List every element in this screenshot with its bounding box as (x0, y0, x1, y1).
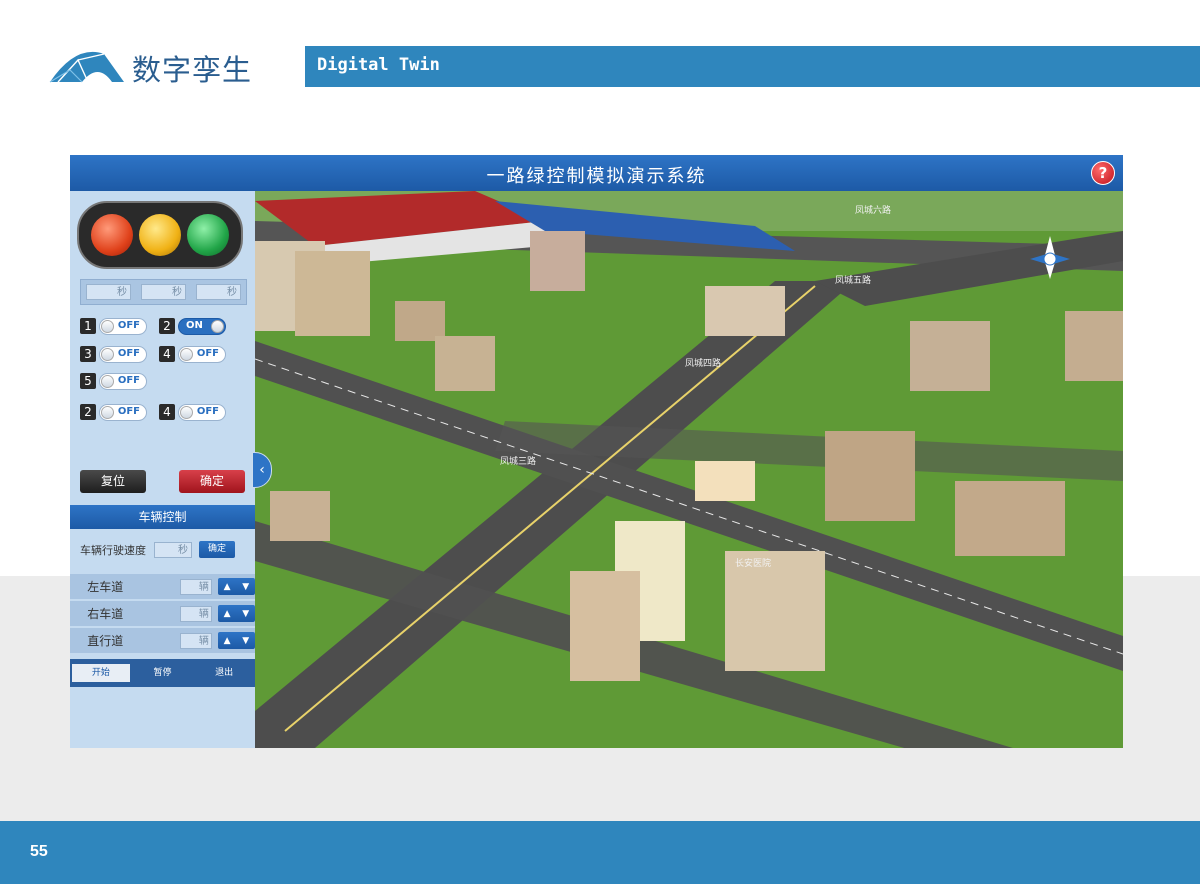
up-arrow-icon[interactable]: ▲ (224, 582, 231, 592)
playback-tabs: 开始 暂停 退出 (70, 659, 255, 687)
switch-2: 2 ON (159, 317, 226, 335)
down-arrow-icon[interactable]: ▼ (242, 582, 249, 592)
switch-2b-toggle[interactable]: OFF (99, 403, 147, 421)
switch-2-toggle[interactable]: ON (178, 317, 226, 335)
switch-1-toggle[interactable]: OFF (99, 317, 147, 335)
street-label: 凤城三路 (500, 455, 536, 467)
switch-row: 1 OFF 2 ON (80, 316, 238, 336)
switch-1: 1 OFF (80, 317, 147, 335)
street-label: 凤城四路 (685, 357, 721, 369)
bridge-logo-icon (49, 51, 124, 83)
brand-logo: 数字孪生 (48, 48, 252, 88)
speed-confirm-button[interactable]: 确定 (199, 541, 235, 558)
switch-number: 2 (159, 318, 175, 334)
lane-label: 直行道 (87, 634, 124, 648)
switch-3: 3 OFF (80, 345, 147, 363)
lane-row-straight: 直行道 辆 ▲ ▼ (70, 628, 255, 654)
tab-exit[interactable]: 退出 (195, 664, 253, 682)
header-title: Digital Twin (317, 55, 440, 75)
help-icon[interactable]: ? (1091, 161, 1115, 185)
brand-logo-text: 数字孪生 (132, 53, 253, 87)
straight-lane-input[interactable]: 辆 (180, 632, 212, 649)
traffic-light-display (77, 201, 243, 269)
light-timers: 秒 秒 秒 (80, 279, 247, 305)
scene-canvas: 长安医院 凤城三路 凤城四路 凤城五路 凤城六路 (255, 191, 1123, 748)
straight-lane-stepper[interactable]: ▲ ▼ (217, 632, 255, 649)
street-label: 凤城五路 (835, 274, 871, 286)
switch-2b: 2 OFF (80, 403, 147, 421)
switch-4: 4 OFF (159, 345, 226, 363)
lane-label: 左车道 (87, 580, 124, 594)
switch-row: 5 OFF (80, 371, 159, 391)
up-arrow-icon[interactable]: ▲ (224, 609, 231, 619)
right-lane-stepper[interactable]: ▲ ▼ (217, 605, 255, 622)
switch-3-toggle[interactable]: OFF (99, 345, 147, 363)
control-panel: 秒 秒 秒 1 OFF 2 ON 3 OFF 4 OFF 5 OFF 2 OFF… (70, 191, 255, 748)
left-lane-stepper[interactable]: ▲ ▼ (217, 578, 255, 595)
lane-label: 右车道 (87, 607, 124, 621)
switch-4b-toggle[interactable]: OFF (178, 403, 226, 421)
hospital-sign: 长安医院 (735, 557, 771, 569)
tab-pause[interactable]: 暂停 (133, 664, 191, 682)
switch-4-toggle[interactable]: OFF (178, 345, 226, 363)
lane-row-right: 右车道 辆 ▲ ▼ (70, 601, 255, 627)
app-title: 一路绿控制模拟演示系统 (486, 166, 707, 187)
app-titlebar: 一路绿控制模拟演示系统 ? (70, 155, 1123, 191)
switch-number: 1 (80, 318, 96, 334)
switch-number: 4 (159, 346, 175, 362)
page-number: 55 (30, 843, 48, 860)
switch-5: 5 OFF (80, 372, 147, 390)
switch-number: 3 (80, 346, 96, 362)
right-lane-input[interactable]: 辆 (180, 605, 212, 622)
vehicle-control-header: 车辆控制 (70, 505, 255, 529)
confirm-button[interactable]: 确定 (179, 470, 245, 493)
tab-start[interactable]: 开始 (71, 664, 130, 682)
lane-row-left: 左车道 辆 ▲ ▼ (70, 574, 255, 600)
down-arrow-icon[interactable]: ▼ (242, 636, 249, 646)
green-timer-input[interactable]: 秒 (196, 284, 241, 300)
switch-number: 4 (159, 404, 175, 420)
left-lane-input[interactable]: 辆 (180, 578, 212, 595)
green-lamp-icon (187, 214, 229, 256)
switch-row: 2 OFF 4 OFF (80, 402, 238, 422)
action-buttons: 复位 确定 (80, 470, 245, 494)
speed-input[interactable]: 秒 (154, 541, 192, 558)
street-label: 凤城六路 (855, 204, 891, 216)
red-lamp-icon (91, 214, 133, 256)
footer-bar: 55 (0, 821, 1200, 884)
header-bar: Digital Twin (305, 46, 1200, 87)
switch-5-toggle[interactable]: OFF (99, 372, 147, 390)
switch-number: 5 (80, 373, 96, 389)
switch-row: 3 OFF 4 OFF (80, 344, 238, 364)
simulation-app-window: 一路绿控制模拟演示系统 ? 秒 秒 秒 1 OFF 2 ON 3 OFF 4 O… (70, 155, 1123, 748)
down-arrow-icon[interactable]: ▼ (242, 609, 249, 619)
reset-button[interactable]: 复位 (80, 470, 146, 493)
speed-label: 车辆行驶速度 (80, 543, 146, 557)
speed-row: 车辆行驶速度 秒 确定 (80, 541, 235, 558)
yellow-timer-input[interactable]: 秒 (141, 284, 186, 300)
up-arrow-icon[interactable]: ▲ (224, 636, 231, 646)
city-3d-scene[interactable]: 长安医院 凤城三路 凤城四路 凤城五路 凤城六路 (255, 191, 1123, 748)
switch-number: 2 (80, 404, 96, 420)
yellow-lamp-icon (139, 214, 181, 256)
switch-4b: 4 OFF (159, 403, 226, 421)
red-timer-input[interactable]: 秒 (86, 284, 131, 300)
